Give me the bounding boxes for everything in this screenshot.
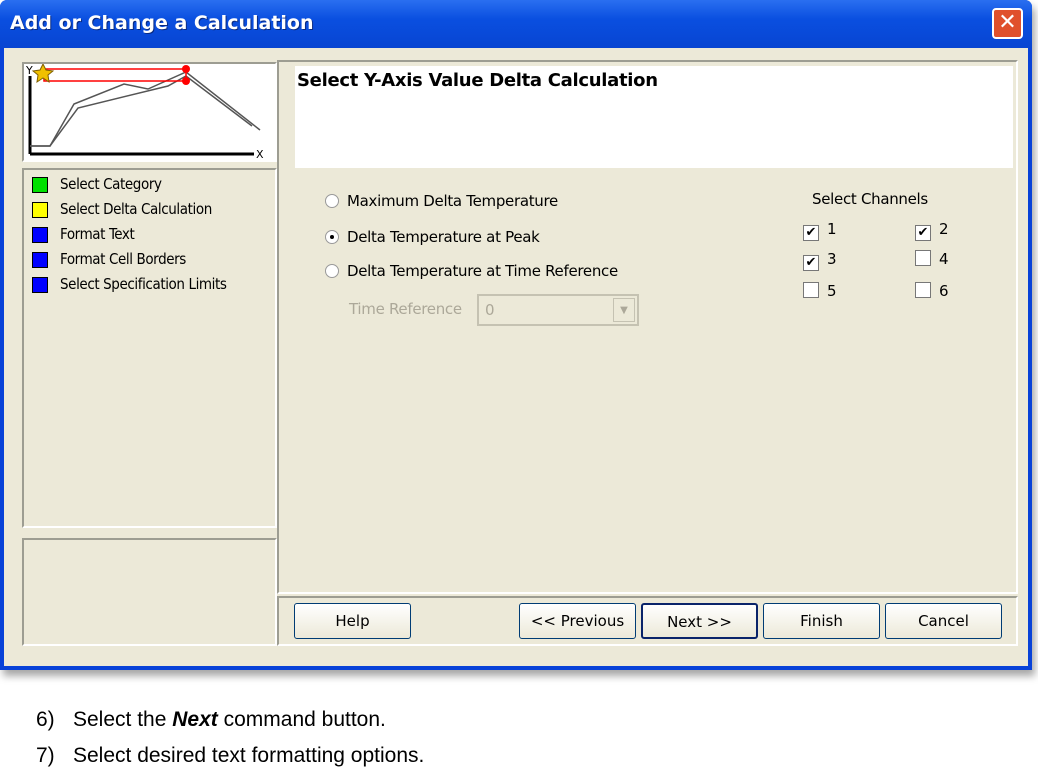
steps-list: Select Category Select Delta Calculation… [22,168,277,528]
dialog-window: Add or Change a Calculation ✕ Y X Select… [0,0,1032,670]
content-panel: Select Y-Axis Value Delta Calculation Ma… [277,60,1018,594]
radio-icon [325,264,339,278]
preview-thumbnail: Y X [22,62,277,162]
preview-chart: Y X [25,62,264,161]
page-title: Select Y-Axis Value Delta Calculation [297,70,658,91]
radio-selected-icon [325,230,339,244]
radio-delta-at-peak[interactable]: Delta Temperature at Peak [325,228,540,246]
title-bar[interactable]: Add or Change a Calculation ✕ [0,0,1032,48]
channel-1-checkbox[interactable]: ✔ 1 [803,220,837,241]
chevron-down-icon[interactable]: ▼ [613,298,635,322]
button-bar: Help << Previous Next >> Finish Cancel [277,596,1018,646]
channels-label: Select Channels [812,190,928,208]
series-line [30,71,261,147]
series-line [30,75,253,147]
star-icon [31,62,55,84]
radio-maximum-delta[interactable]: Maximum Delta Temperature [325,192,558,210]
status-swatch-icon [32,252,48,268]
finish-button[interactable]: Finish [763,603,880,639]
next-button[interactable]: Next >> [641,603,758,639]
delta-box [43,68,187,82]
radio-delta-at-time-reference[interactable]: Delta Temperature at Time Reference [325,262,618,280]
previous-button[interactable]: << Previous [519,603,636,639]
close-icon[interactable]: ✕ [992,8,1023,39]
status-swatch-icon [32,202,48,218]
x-axis-label: X [256,148,264,160]
help-button[interactable]: Help [294,603,411,639]
radio-icon [325,194,339,208]
info-panel [22,538,277,646]
status-swatch-icon [32,227,48,243]
time-reference-dropdown[interactable]: 0 ▼ [477,294,639,326]
y-axis-label: Y [25,64,33,77]
dialog-client: Y X Select Category Select Delta Calcula… [4,48,1028,666]
channel-6-checkbox[interactable]: 6 [915,282,949,300]
channel-3-checkbox[interactable]: ✔ 3 [803,250,837,271]
status-swatch-icon [32,177,48,193]
peak-marker [182,65,190,73]
status-swatch-icon [32,277,48,293]
time-reference-label: Time Reference [349,300,462,318]
channel-5-checkbox[interactable]: 5 [803,282,837,300]
channel-2-checkbox[interactable]: ✔ 2 [915,220,949,241]
peak-marker [182,77,190,85]
window-title: Add or Change a Calculation [10,12,314,34]
heading-area: Select Y-Axis Value Delta Calculation [295,66,1013,168]
cancel-button[interactable]: Cancel [885,603,1002,639]
channel-4-checkbox[interactable]: 4 [915,250,949,268]
